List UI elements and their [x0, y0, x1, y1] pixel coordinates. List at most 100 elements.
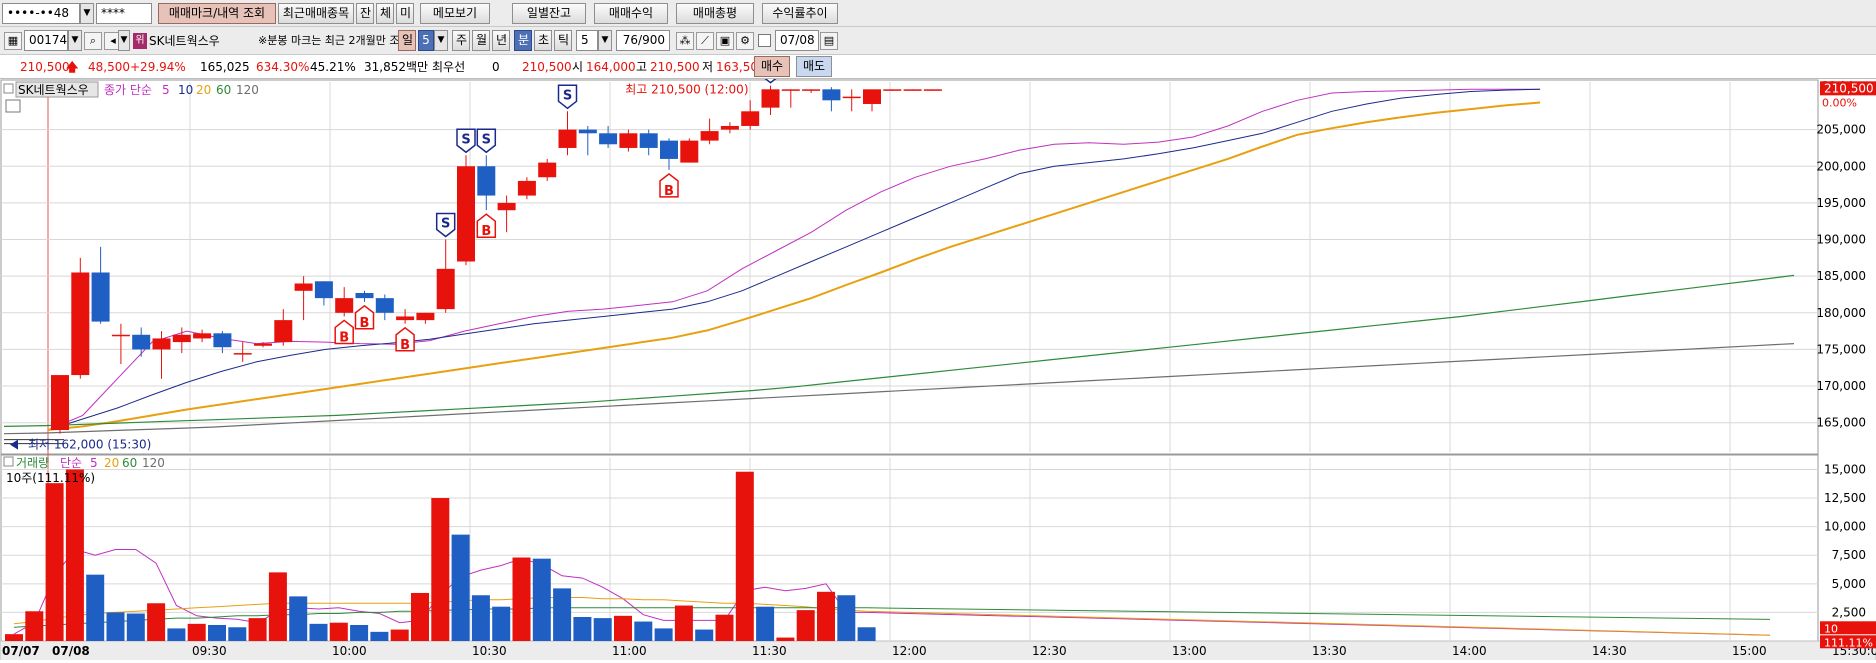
period-second-button[interactable]: 초 [534, 30, 552, 51]
price-y-tick-label: 165,000 [1816, 416, 1866, 430]
volume-bar [512, 557, 531, 641]
chart-type-icon[interactable]: ⁂ [676, 32, 694, 50]
count-field[interactable]: 76/900 [616, 30, 670, 51]
candle-body [213, 333, 232, 348]
high-price: 210,500 [650, 60, 700, 74]
candle-body [863, 89, 881, 104]
date-field[interactable]: 07/08 [775, 30, 819, 51]
search-icon[interactable]: ⌕ [84, 32, 102, 50]
candle-body [396, 316, 415, 321]
memo-button[interactable]: 메모보기 [420, 3, 490, 24]
account-field[interactable]: ••••-••48 [2, 3, 80, 24]
period-tick-button[interactable]: 틱 [554, 30, 572, 51]
bid-qty: 0 [492, 60, 500, 74]
trade-profit-button[interactable]: 매매수익 [594, 3, 668, 24]
volume-bar [45, 483, 64, 641]
volume-bar [187, 623, 206, 641]
account-dropdown[interactable]: ▼ [80, 3, 94, 24]
period-day-button[interactable]: 일 [398, 30, 416, 51]
layout-icon[interactable]: ▦ [4, 32, 22, 50]
candle-body [619, 133, 638, 148]
interval-field[interactable]: 5 [576, 30, 598, 51]
calendar-icon[interactable]: ▤ [820, 32, 838, 50]
volume-bar [309, 623, 328, 641]
price-legend-toggle-icon [3, 83, 14, 94]
period-minute-button[interactable]: 분 [514, 30, 532, 51]
candle-body [497, 202, 516, 211]
best-price: 210,500 [522, 60, 572, 74]
buy-mark-label: B [360, 316, 370, 331]
volume-bar [796, 610, 815, 641]
sell-mark-label: S [482, 132, 491, 147]
volume-bar [735, 471, 754, 641]
x-tick-label: 15:00 [1732, 644, 1767, 658]
period-n-field[interactable]: 5 [418, 30, 434, 51]
stock-code-dropdown[interactable]: ▼ [68, 30, 82, 51]
candle-body [416, 312, 435, 321]
volume-bar [147, 603, 166, 641]
sell-mark-label: S [563, 88, 572, 103]
period-week-button[interactable]: 주 [452, 30, 470, 51]
candle-body [517, 180, 536, 196]
turnover: 45.21% [310, 60, 356, 74]
tab-filled[interactable]: 체 [376, 3, 394, 24]
price-y-tick-label: 200,000 [1816, 159, 1866, 173]
trade-summary-button[interactable]: 매매총평 [676, 3, 754, 24]
buy-mark-label: B [339, 330, 349, 345]
volume-bar [5, 634, 23, 641]
speaker-dropdown[interactable]: ▼ [118, 30, 130, 51]
volume-bar [228, 627, 247, 641]
volume-bar [634, 621, 653, 641]
candle-body [781, 89, 800, 91]
volume-legend-period: 60 [122, 456, 137, 470]
x-tick-label: 12:00 [892, 644, 927, 658]
candle-body [639, 133, 658, 148]
price-y-tick-label: 195,000 [1816, 196, 1866, 210]
tab-balance[interactable]: 잔 [356, 3, 374, 24]
volume-bar [654, 628, 673, 641]
current-price-tag-label: 210,500 [1824, 81, 1874, 95]
stock-code-field[interactable]: 001745 [24, 30, 68, 51]
candle-body [51, 375, 69, 431]
candle-body [457, 166, 475, 262]
interval-dropdown[interactable]: ▼ [598, 30, 612, 51]
buy-button[interactable]: 매수 [754, 56, 790, 77]
price-pane [0, 79, 1819, 455]
draw-line-icon[interactable]: ⟋ [696, 32, 714, 50]
volume-bar [65, 469, 84, 641]
volume-legend-series: 거래량 [16, 456, 49, 470]
tab-unfilled[interactable]: 미 [396, 3, 414, 24]
period-n-dropdown[interactable]: ▼ [434, 30, 448, 51]
sell-button[interactable]: 매도 [796, 56, 832, 77]
candle-body [355, 293, 374, 299]
volume-bar [106, 612, 125, 641]
trade-mark-query-button[interactable]: 매매마크/내역 조회 [158, 3, 276, 24]
stock-chart[interactable]: 07/07 07/08 09:30 10:00 10:30 11:00 11:30 12:00… [0, 58, 1876, 662]
price-legend-period: 120 [236, 83, 259, 97]
candle-body [152, 338, 171, 350]
date-checkbox[interactable] [758, 34, 771, 47]
quote-bar: 210,500 🡅 48,500 +29.94% 165,025 634.30%… [0, 55, 1876, 79]
password-field[interactable]: **** [96, 3, 152, 24]
candle-body [599, 133, 618, 145]
x-tick-label: 13:30 [1312, 644, 1347, 658]
x-tick-label: 11:00 [612, 644, 647, 658]
period-month-button[interactable]: 월 [472, 30, 490, 51]
candle-body [375, 298, 394, 313]
price-change-pct: +29.94% [130, 60, 186, 74]
settings-gear-icon[interactable]: ⚙ [736, 32, 754, 50]
buy-mark-label: B [481, 224, 491, 239]
period-year-button[interactable]: 년 [492, 30, 510, 51]
recent-trades-button[interactable]: 최근매매종목 [278, 3, 354, 24]
x-tick-label: 14:30 [1592, 644, 1627, 658]
volume-y-tick-label: 5,000 [1832, 577, 1866, 591]
save-icon[interactable]: ▣ [716, 32, 734, 50]
volume-ratio: 634.30% [256, 60, 310, 74]
price-y-tick-label: 175,000 [1816, 342, 1866, 356]
price-legend-period: 60 [216, 83, 231, 97]
price-legend-period: 10 [178, 83, 193, 97]
volume-bar [715, 614, 734, 641]
profit-trend-button[interactable]: 수익률추이 [762, 3, 838, 24]
daily-balance-button[interactable]: 일별잔고 [512, 3, 586, 24]
buy-mark-label: B [664, 184, 674, 199]
